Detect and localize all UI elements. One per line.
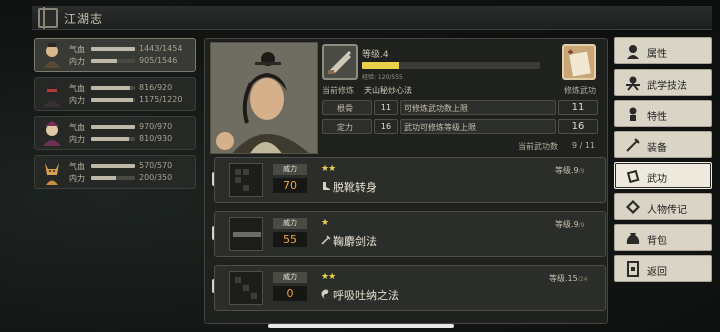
cultivate-skill-label: 修炼武功 (564, 86, 596, 95)
skill-level: 等级.15/24 (549, 274, 588, 283)
mp-label: 内力 (69, 57, 85, 66)
avatar (38, 119, 66, 147)
hp-label: 气血 (69, 45, 85, 54)
skill-pattern-grid (229, 271, 263, 305)
hero-portrait (210, 42, 318, 154)
book-icon[interactable] (38, 7, 58, 29)
power-value: 55 (273, 232, 307, 247)
skill-level: 等级.9/9 (555, 166, 585, 175)
menu-martial-arts[interactable]: 武学技法 (614, 69, 712, 96)
return-icon (625, 261, 641, 277)
current-cultivation-label: 当前修炼 (322, 86, 354, 95)
character-card-1[interactable]: 气血 1443/1454 内力 905/1546 (34, 38, 196, 72)
menu-skills[interactable]: 武功 (614, 162, 712, 189)
hp-bar (91, 164, 135, 168)
hp-value: 816/920 (139, 83, 173, 92)
mp-value: 905/1546 (139, 56, 178, 65)
current-skills-count: 9 / 11 (572, 141, 596, 150)
skill-card-3[interactable]: 威力 0 ★★ 呼吸吐纳之法 等级.15/24 (214, 265, 606, 311)
skill-name: 脱靴转身 (333, 181, 377, 194)
skill-name: 鞠麝剑法 (333, 235, 377, 248)
yinyang-icon (321, 289, 331, 299)
hp-bar (91, 125, 135, 129)
current-cultivation-name: 天山秘炒心法 (364, 86, 412, 95)
power-value: 70 (273, 178, 307, 193)
biography-icon (625, 199, 641, 215)
martial-icon (625, 75, 641, 91)
avatar-icon (625, 43, 641, 59)
hp-label: 气血 (69, 84, 85, 93)
hp-bar (91, 86, 135, 90)
attr-value-focus: 16 (374, 119, 398, 134)
mp-label: 内力 (69, 135, 85, 144)
power-value: 0 (273, 286, 307, 301)
attr-name-root: 根骨 (322, 100, 372, 115)
weapon-icon (625, 137, 641, 153)
skill-card-1[interactable]: 威力 70 ★★ 脱靴转身 等级.9/9 (214, 157, 606, 203)
attr-limit-focus: 16 (558, 119, 598, 134)
mp-bar (91, 176, 135, 180)
power-label: 威力 (273, 164, 307, 175)
boot-icon (321, 181, 331, 191)
power-label: 威力 (273, 218, 307, 229)
skill-name: 呼吸吐纳之法 (333, 289, 399, 302)
menu-inventory[interactable]: 背包 (614, 224, 712, 251)
menu-equipment[interactable]: 装备 (614, 131, 712, 158)
current-cultivation-slot[interactable] (322, 44, 358, 80)
menu-biography[interactable]: 人物传记 (614, 193, 712, 220)
mp-bar (91, 98, 135, 102)
power-label: 威力 (273, 272, 307, 283)
page-title: 江湖志 (64, 12, 104, 26)
trait-icon (625, 106, 641, 122)
skill-pattern-grid (229, 163, 263, 197)
xp-text: 经验: 120/555 (362, 74, 403, 81)
mp-label: 内力 (69, 174, 85, 183)
hp-label: 气血 (69, 162, 85, 171)
hp-label: 气血 (69, 123, 85, 132)
skill-level: 等级.9/9 (555, 220, 585, 229)
skill-card-2[interactable]: 威力 55 ★ 鞠麝剑法 等级.9/9 (214, 211, 606, 257)
menu-attributes[interactable]: 属性 (614, 37, 712, 64)
avatar (38, 158, 66, 186)
character-card-2[interactable]: 气血 816/920 内力 1175/1220 (34, 77, 196, 111)
mp-value: 1175/1220 (139, 95, 183, 104)
skill-stars: ★★ (321, 164, 336, 174)
menu-traits[interactable]: 特性 (614, 100, 712, 127)
menu-return[interactable]: 返回 (614, 255, 712, 282)
attr-desc-focus: 武功可修炼等级上限 (400, 119, 556, 134)
skill-stars: ★★ (321, 272, 336, 282)
attr-value-root: 11 (374, 100, 398, 115)
character-card-4[interactable]: 气血 570/570 内力 200/350 (34, 155, 196, 189)
current-skills-label: 当前武功数 (518, 142, 558, 151)
skill-stars: ★ (321, 218, 329, 228)
avatar (38, 80, 66, 108)
attr-limit-root: 11 (558, 100, 598, 115)
skill-pattern-grid (229, 217, 263, 251)
hp-value: 570/570 (139, 161, 173, 170)
sword-icon (321, 235, 331, 245)
home-indicator[interactable] (268, 324, 454, 328)
scroll-icon (625, 168, 641, 184)
title-bar: 江湖志 (32, 6, 712, 30)
attr-name-focus: 定力 (322, 119, 372, 134)
avatar (38, 41, 66, 69)
attr-desc-root: 可修炼武功数上限 (400, 100, 556, 115)
mp-bar (91, 59, 135, 63)
hp-value: 1443/1454 (139, 44, 183, 53)
xp-bar (362, 62, 540, 69)
mp-value: 810/930 (139, 134, 173, 143)
mp-value: 200/350 (139, 173, 173, 182)
cultivate-skill-button[interactable] (562, 44, 596, 80)
hp-value: 970/970 (139, 122, 173, 131)
cultivation-level: 等级.4 (362, 50, 389, 60)
bag-icon (625, 230, 641, 246)
mp-label: 内力 (69, 96, 85, 105)
hp-bar (91, 47, 135, 51)
character-card-3[interactable]: 气血 970/970 内力 810/930 (34, 116, 196, 150)
mp-bar (91, 137, 135, 141)
